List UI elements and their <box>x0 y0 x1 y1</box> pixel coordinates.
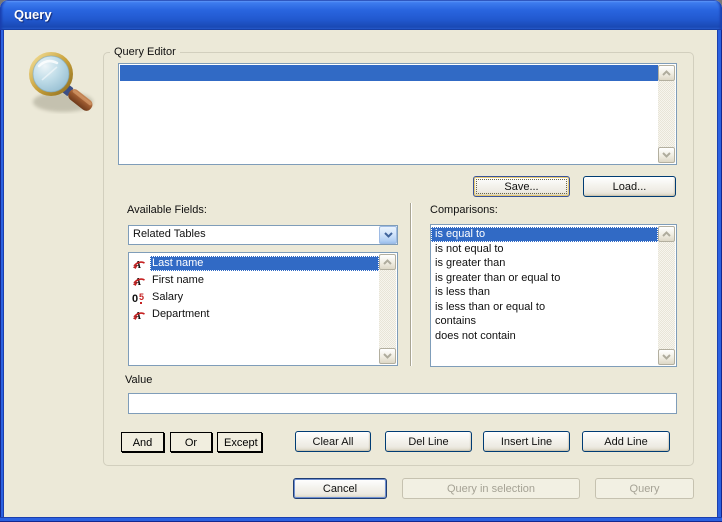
text-field-icon: A <box>133 259 145 271</box>
field-list-item[interactable]: 0 5 Salary <box>129 289 379 306</box>
scroll-up-button[interactable] <box>658 226 675 242</box>
panel-divider <box>410 203 412 366</box>
field-list-item[interactable]: A First name <box>129 272 379 289</box>
dropdown-arrow-button[interactable] <box>379 226 397 244</box>
fields-scrollbar[interactable] <box>379 254 396 364</box>
comparison-item[interactable]: does not contain <box>431 329 658 344</box>
scrollbar-track[interactable] <box>379 270 396 348</box>
and-button[interactable]: And <box>121 432 164 452</box>
text-field-icon: A <box>133 310 145 322</box>
query-editor-list[interactable] <box>118 63 677 165</box>
comparison-item[interactable]: is not equal to <box>431 242 658 257</box>
svg-text:5: 5 <box>139 292 144 302</box>
window-title: Query <box>14 7 52 22</box>
svg-text:0: 0 <box>132 293 138 305</box>
chevron-down-icon <box>383 232 393 238</box>
chevron-up-icon <box>383 259 392 265</box>
comparison-item[interactable]: is greater than <box>431 256 658 271</box>
scroll-down-button[interactable] <box>658 349 675 365</box>
comparisons-label: Comparisons: <box>430 204 498 216</box>
comparison-item[interactable]: is less than <box>431 285 658 300</box>
cancel-button[interactable]: Cancel <box>293 478 387 499</box>
tables-dropdown-value: Related Tables <box>133 228 206 240</box>
chevron-down-icon <box>662 152 671 158</box>
chevron-up-icon <box>662 231 671 237</box>
query-editor-group-label: Query Editor <box>110 46 180 59</box>
tables-dropdown[interactable]: Related Tables <box>128 225 398 245</box>
window-border-right <box>717 30 722 522</box>
text-field-icon: A <box>133 276 145 288</box>
comparison-item[interactable]: is less than or equal to <box>431 300 658 315</box>
query-editor-selected-row[interactable] <box>120 65 658 81</box>
query-dialog: Query Query Editor Save... Load... Avail… <box>0 0 722 522</box>
available-fields-label: Available Fields: <box>127 204 207 216</box>
query-button[interactable]: Query <box>595 478 694 499</box>
scroll-down-button[interactable] <box>658 147 675 163</box>
chevron-down-icon <box>662 354 671 360</box>
chevron-up-icon <box>662 70 671 76</box>
comparison-item[interactable]: is equal to <box>431 227 658 242</box>
load-button[interactable]: Load... <box>583 176 676 197</box>
window-border-left <box>0 30 4 522</box>
comparisons-scrollbar[interactable] <box>658 226 675 365</box>
window-border-bottom <box>0 517 722 522</box>
except-button[interactable]: Except <box>217 432 262 452</box>
scrollbar-track[interactable] <box>658 242 675 349</box>
scroll-up-button[interactable] <box>658 65 675 81</box>
number-field-icon: 0 5 <box>132 292 144 305</box>
value-input[interactable] <box>128 393 677 414</box>
comparison-item[interactable]: contains <box>431 314 658 329</box>
clear-all-button[interactable]: Clear All <box>295 431 371 452</box>
scrollbar-track[interactable] <box>658 81 675 147</box>
scroll-up-button[interactable] <box>379 254 396 270</box>
fields-list[interactable]: A Last name A First name 0 5 Salary A De… <box>128 252 398 366</box>
query-editor-scrollbar[interactable] <box>658 65 675 163</box>
field-list-item[interactable]: A Last name <box>129 255 379 272</box>
chevron-down-icon <box>383 353 392 359</box>
del-line-button[interactable]: Del Line <box>385 431 472 452</box>
value-label: Value <box>125 374 153 386</box>
comparison-item[interactable]: is greater than or equal to <box>431 271 658 286</box>
scroll-down-button[interactable] <box>379 348 396 364</box>
insert-line-button[interactable]: Insert Line <box>483 431 570 452</box>
or-button[interactable]: Or <box>170 432 212 452</box>
save-button[interactable]: Save... <box>473 176 570 197</box>
query-in-selection-button[interactable]: Query in selection <box>402 478 580 499</box>
add-line-button[interactable]: Add Line <box>582 431 670 452</box>
field-list-item[interactable]: A Department <box>129 306 379 323</box>
title-bar[interactable]: Query <box>0 0 722 30</box>
magnifying-glass-icon <box>29 52 93 112</box>
comparisons-list[interactable]: is equal to is not equal to is greater t… <box>430 224 677 367</box>
